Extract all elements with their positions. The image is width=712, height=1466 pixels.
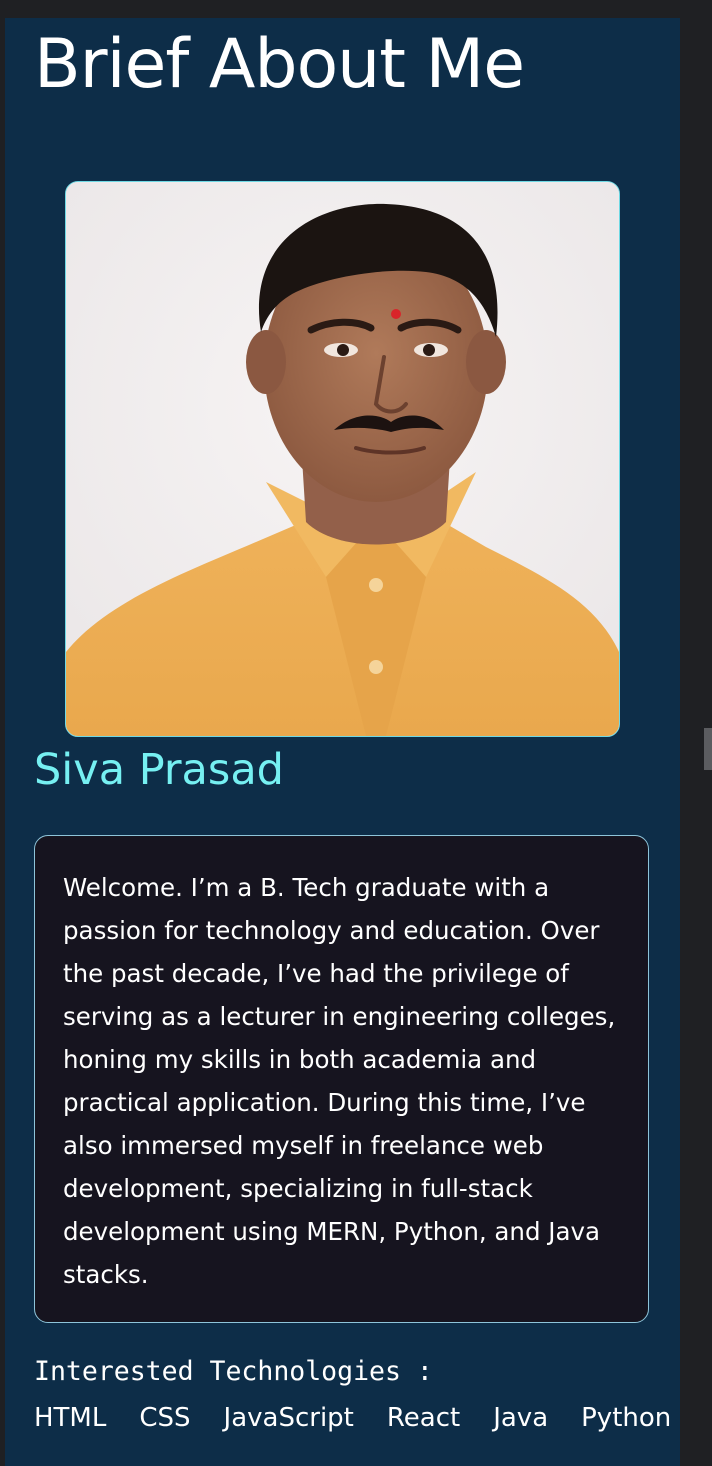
scrollbar-thumb[interactable]	[704, 728, 712, 770]
section-title: Brief About Me	[34, 25, 525, 104]
portrait-illustration	[66, 182, 619, 736]
tech-item: CSS	[139, 1403, 191, 1433]
profile-photo	[65, 181, 620, 737]
tech-item: JavaScript	[223, 1403, 354, 1433]
page: Brief About Me Siva Prasad Welcome. I’m …	[0, 0, 712, 1466]
profile-name: Siva Prasad	[34, 745, 284, 795]
technologies-list: HTML CSS JavaScript React Java Python	[34, 1403, 671, 1433]
technologies-heading: Interested Technologies :	[34, 1356, 433, 1387]
tech-item: HTML	[34, 1403, 107, 1433]
tech-item: Java	[493, 1403, 549, 1433]
tech-item: Python	[581, 1403, 672, 1433]
tech-item: React	[386, 1403, 461, 1433]
about-section: Brief About Me Siva Prasad Welcome. I’m …	[5, 18, 680, 1466]
bio-text: Welcome. I’m a B. Tech graduate with a p…	[63, 873, 616, 1289]
bio-card: Welcome. I’m a B. Tech graduate with a p…	[34, 835, 649, 1323]
